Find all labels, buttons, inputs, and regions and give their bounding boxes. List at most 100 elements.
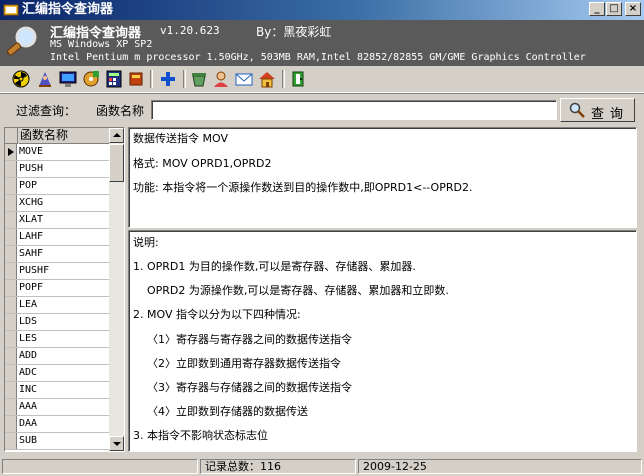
mail-icon[interactable] — [235, 70, 253, 88]
list-scrollbar[interactable] — [109, 128, 124, 451]
function-name-cell: LDS — [19, 316, 38, 327]
wizard-icon[interactable] — [36, 70, 54, 88]
title-bar[interactable]: 汇编指令查询器 _ □ × — [0, 0, 644, 20]
list-item[interactable]: POP — [5, 178, 109, 195]
magnifier-logo-icon — [7, 26, 37, 56]
function-name-cell: ADD — [19, 350, 38, 361]
list-item[interactable]: LES — [5, 331, 109, 348]
list-item[interactable]: POPF — [5, 280, 109, 297]
close-button[interactable]: × — [625, 2, 641, 16]
status-date: 2009-12-25 — [358, 459, 642, 474]
version-label: v1.20.623 — [160, 24, 220, 37]
scroll-up-button[interactable] — [109, 128, 124, 143]
function-name-cell: DAA — [19, 418, 38, 429]
arrow-up-icon — [113, 133, 121, 137]
list-item[interactable]: AAA — [5, 399, 109, 416]
monitor-icon[interactable] — [59, 70, 77, 88]
os-info: MS Windows XP SP2 — [50, 39, 153, 50]
list-item[interactable]: SUB — [5, 433, 109, 450]
add-icon[interactable] — [159, 70, 177, 88]
disk-icon[interactable] — [82, 70, 100, 88]
record-count: 记录总数：116 — [200, 459, 356, 474]
calculator-icon[interactable] — [105, 70, 123, 88]
list-item[interactable]: DAA — [5, 416, 109, 433]
exit-icon[interactable] — [290, 70, 308, 88]
list-item[interactable]: PUSHF — [5, 263, 109, 280]
row-indicator — [5, 246, 17, 262]
radiation-icon[interactable] — [12, 70, 30, 88]
row-indicator — [5, 229, 17, 245]
function-name-cell: SUB — [19, 435, 38, 446]
query-button-label: 查询 — [591, 107, 630, 122]
detail-pane[interactable]: 数据传送指令 MOV 格式: MOV OPRD1,OPRD2 功能: 本指令将一… — [128, 127, 637, 228]
maximize-button[interactable]: □ — [606, 2, 622, 16]
list-item[interactable]: PUSH — [5, 161, 109, 178]
user-icon[interactable] — [212, 70, 230, 88]
list-item[interactable]: SAHF — [5, 246, 109, 263]
arrow-down-icon — [113, 442, 121, 446]
list-item[interactable]: INC — [5, 382, 109, 399]
row-indicator — [5, 263, 17, 279]
function-name-cell: MOVE — [19, 146, 44, 157]
home-icon[interactable] — [258, 70, 276, 88]
toolbar-separator — [150, 70, 153, 88]
function-name-cell: XLAT — [19, 214, 44, 225]
instruction-format: 格式: MOV OPRD1,OPRD2 — [133, 157, 272, 170]
function-name-cell: POP — [19, 180, 38, 191]
minimize-button[interactable]: _ — [589, 2, 605, 16]
row-indicator — [5, 280, 17, 296]
list-item[interactable]: ADC — [5, 365, 109, 382]
list-item[interactable]: MOVE — [5, 144, 109, 161]
scroll-thumb[interactable] — [109, 144, 124, 182]
row-indicator — [5, 144, 17, 160]
list-item[interactable]: LEA — [5, 297, 109, 314]
list-item[interactable]: XCHG — [5, 195, 109, 212]
list-item[interactable]: XLAT — [5, 212, 109, 229]
query-button[interactable]: 查询 — [560, 98, 635, 122]
list-item[interactable]: ADD — [5, 348, 109, 365]
notes-line: 2. MOV 指令以分为以下四种情况: — [133, 308, 301, 321]
recycle-icon[interactable] — [190, 70, 208, 88]
function-name-cell: PUSH — [19, 163, 44, 174]
instruction-title: 数据传送指令 MOV — [133, 132, 228, 145]
toolbar-separator — [282, 70, 285, 88]
function-name-label: 函数名称 — [96, 104, 145, 118]
header-corner — [5, 128, 18, 144]
current-row-arrow-icon — [8, 148, 14, 156]
hardware-info: Intel Pentium m processor 1.50GHz, 503MB… — [50, 52, 586, 63]
function-name-cell: LES — [19, 333, 38, 344]
function-name-cell: AAA — [19, 401, 38, 412]
notes-line: 〈3〉寄存器与存储器之间的数据传送指令 — [147, 381, 352, 394]
function-name-cell: ADC — [19, 367, 38, 378]
function-name-cell: XCHG — [19, 197, 44, 208]
row-indicator — [5, 382, 17, 398]
row-indicator — [5, 416, 17, 432]
instruction-function: 功能: 本指令将一个源操作数送到目的操作数中,即OPRD1<--OPRD2. — [133, 181, 473, 194]
scroll-down-button[interactable] — [109, 436, 124, 451]
list-item[interactable]: LAHF — [5, 229, 109, 246]
app-icon — [3, 4, 19, 16]
row-indicator — [5, 195, 17, 211]
toolbar-separator — [183, 70, 186, 88]
row-indicator — [5, 331, 17, 347]
notes-line: 〈2〉立即数到通用寄存器数据传送指令 — [147, 357, 341, 370]
notes-line: 〈1〉寄存器与寄存器之间的数据传送指令 — [147, 333, 352, 346]
function-name-cell: LEA — [19, 299, 38, 310]
list-item[interactable]: LDS — [5, 314, 109, 331]
function-name-cell: LAHF — [19, 231, 44, 242]
row-indicator — [5, 212, 17, 228]
toolbar — [0, 66, 644, 93]
row-indicator — [5, 348, 17, 364]
column-header-function-name[interactable]: 函数名称 — [19, 128, 110, 144]
row-indicator — [5, 433, 17, 449]
function-list[interactable]: 函数名称 MOVE PUSH POP XCHG XLAT LAHF SAHF PUSHF POP… — [4, 127, 125, 452]
notes-line: 〈4〉立即数到存储器的数据传送 — [147, 405, 308, 418]
notes-pane[interactable]: 说明: 1. OPRD1 为目的操作数,可以是寄存器、存储器、累加器. OPRD… — [128, 230, 637, 452]
filter-bar: 过滤查询： 函数名称 查询 — [0, 96, 644, 124]
book-icon[interactable] — [127, 70, 145, 88]
function-name-cell: SAHF — [19, 248, 44, 259]
search-input[interactable] — [151, 100, 557, 120]
status-panel-empty — [2, 459, 198, 474]
list-header: 函数名称 — [5, 128, 110, 144]
function-name-cell: PUSHF — [19, 265, 50, 276]
